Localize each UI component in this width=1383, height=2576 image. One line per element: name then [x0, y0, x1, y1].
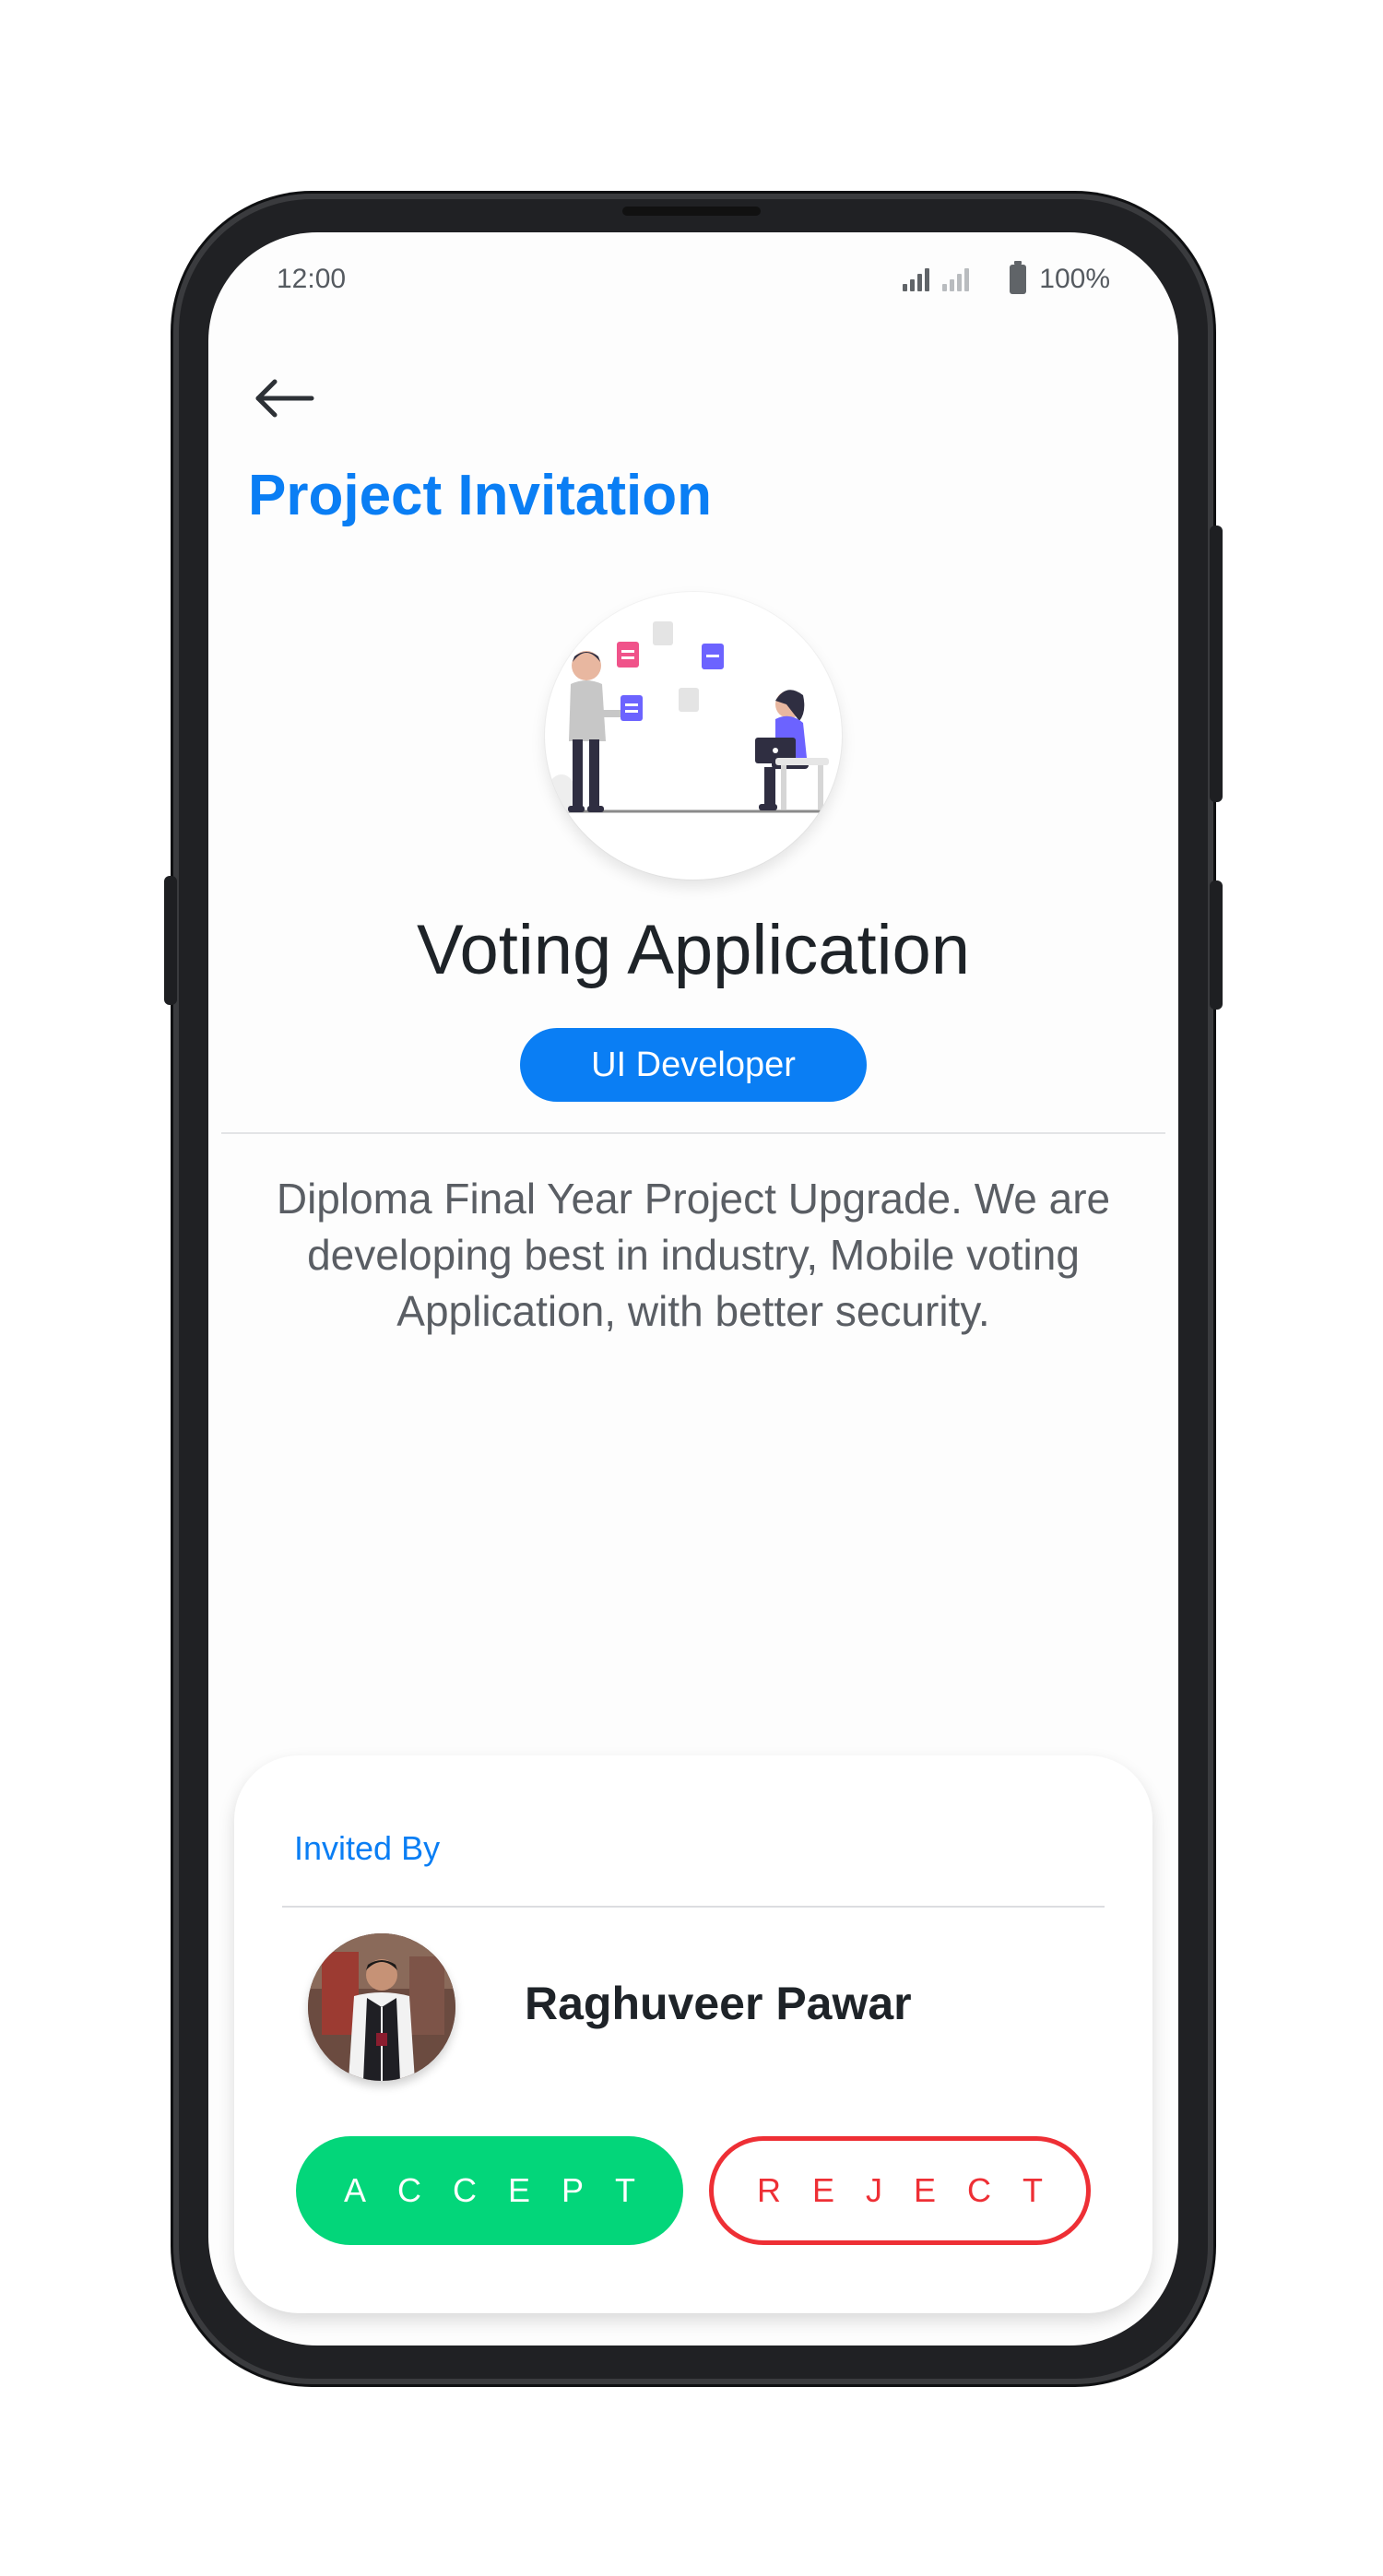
arrow-left-icon [255, 379, 314, 418]
invitation-card: Invited By Raghuveer Pawar ACCEPT REJECT [234, 1755, 1152, 2313]
side-button [164, 876, 177, 1005]
project-description: Diploma Final Year Project Upgrade. We a… [276, 1175, 1111, 1335]
power-button [1210, 526, 1223, 802]
screen: 12:00 100% Project Invitation Voting App… [208, 232, 1178, 2346]
role-badge: UI Developer [520, 1028, 867, 1102]
project-title: Voting Application [416, 911, 971, 989]
team-collaboration-illustration [545, 592, 842, 880]
avatar[interactable] [308, 1933, 455, 2081]
reject-button[interactable]: REJECT [709, 2136, 1091, 2245]
status-icons: 100% [903, 261, 1110, 295]
volume-button [1210, 880, 1223, 1010]
battery-icon [1010, 261, 1027, 294]
accept-button[interactable]: ACCEPT [296, 2136, 683, 2245]
back-button[interactable] [245, 371, 319, 426]
signal-icon [903, 267, 930, 291]
battery-level: 100% [1039, 264, 1110, 294]
status-bar: 12:00 100% [208, 258, 1178, 304]
signal-secondary-icon [942, 267, 970, 291]
card-divider [282, 1906, 1105, 1908]
inviter-name: Raghuveer Pawar [525, 1978, 912, 2029]
earpiece [622, 207, 761, 216]
phone-frame: 12:00 100% Project Invitation Voting App… [164, 194, 1223, 2384]
page-title: Project Invitation [248, 464, 712, 527]
invited-by-label: Invited By [294, 1829, 441, 1867]
status-time: 12:00 [277, 264, 347, 294]
divider [221, 1132, 1165, 1134]
